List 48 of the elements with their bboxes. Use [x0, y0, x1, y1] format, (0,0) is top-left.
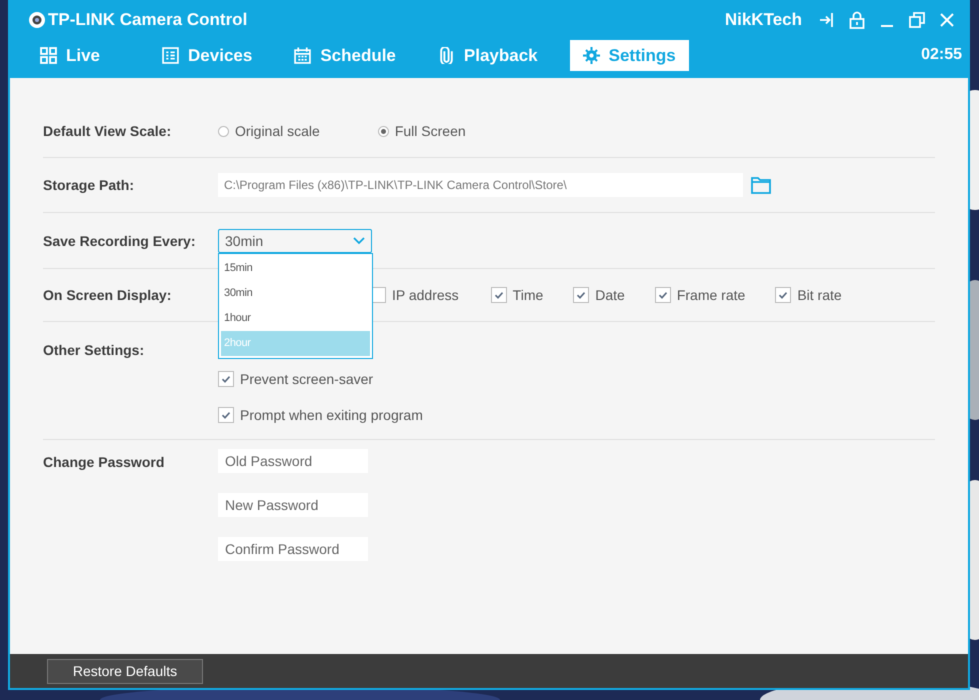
field-label: Default View Scale: [43, 123, 172, 139]
grid-icon [40, 47, 57, 64]
checkbox[interactable] [218, 407, 234, 423]
checkbox-label: Frame rate [676, 287, 746, 303]
nav-tab[interactable]: Schedule [284, 40, 406, 71]
password-field[interactable]: Confirm Password [218, 537, 368, 561]
nav-tab[interactable]: Devices [152, 40, 262, 71]
nav-tab[interactable]: Live [30, 40, 110, 71]
checkbox-label: Bit rate [797, 287, 842, 303]
gear-icon [582, 47, 600, 64]
checkbox[interactable] [775, 287, 792, 303]
dropdown-option[interactable]: 15min [221, 256, 370, 280]
field-label: Change Password [43, 453, 166, 470]
radio-button[interactable] [218, 126, 229, 136]
checkbox[interactable] [218, 371, 234, 387]
checkbox-label: Prompt when exiting program [240, 407, 423, 423]
clock: 02:55 [921, 46, 962, 64]
checkbox-label: Time [512, 287, 544, 303]
field-label: On Screen Display: [43, 287, 172, 303]
folder-icon[interactable] [751, 176, 771, 194]
password-field[interactable]: New Password [218, 493, 368, 517]
radio-label: Original scale [235, 123, 320, 139]
checkbox[interactable] [654, 287, 671, 303]
path-field[interactable]: C:\Program Files (x86)\TP-LINK\TP-LINK Camera Control\Store\ [218, 173, 743, 197]
checkbox[interactable] [490, 287, 507, 303]
nav-tab[interactable]: Settings [570, 40, 689, 71]
checkbox-label: Prevent screen-saver [240, 371, 374, 387]
user-name: NikKTech [724, 10, 802, 30]
paperclip-icon [438, 47, 455, 64]
radio-label: Full Screen [394, 123, 466, 139]
caret-icon [353, 236, 365, 244]
checkbox-label: Date [595, 287, 625, 303]
password-field[interactable]: Old Password [218, 449, 368, 473]
dropdown-option[interactable]: 30min [221, 280, 370, 306]
radio-button[interactable] [378, 126, 389, 136]
window-title: TP-LINK Camera Control [48, 10, 248, 30]
field-label: Other Settings: [43, 342, 146, 358]
nav-tab[interactable]: Playback [428, 40, 548, 71]
calendar-icon [294, 47, 312, 64]
restore-icon[interactable] [906, 9, 928, 31]
checkbox-label: IP address [392, 287, 459, 303]
list-icon [162, 47, 180, 64]
field-label: Save Recording Every: [43, 232, 197, 248]
dropdown-option[interactable]: 1hour [221, 306, 370, 330]
field-label: Storage Path: [43, 177, 136, 193]
checkbox[interactable] [573, 287, 590, 303]
camera-logo-icon [28, 11, 46, 29]
restore-defaults-button[interactable]: Restore Defaults [47, 658, 203, 684]
